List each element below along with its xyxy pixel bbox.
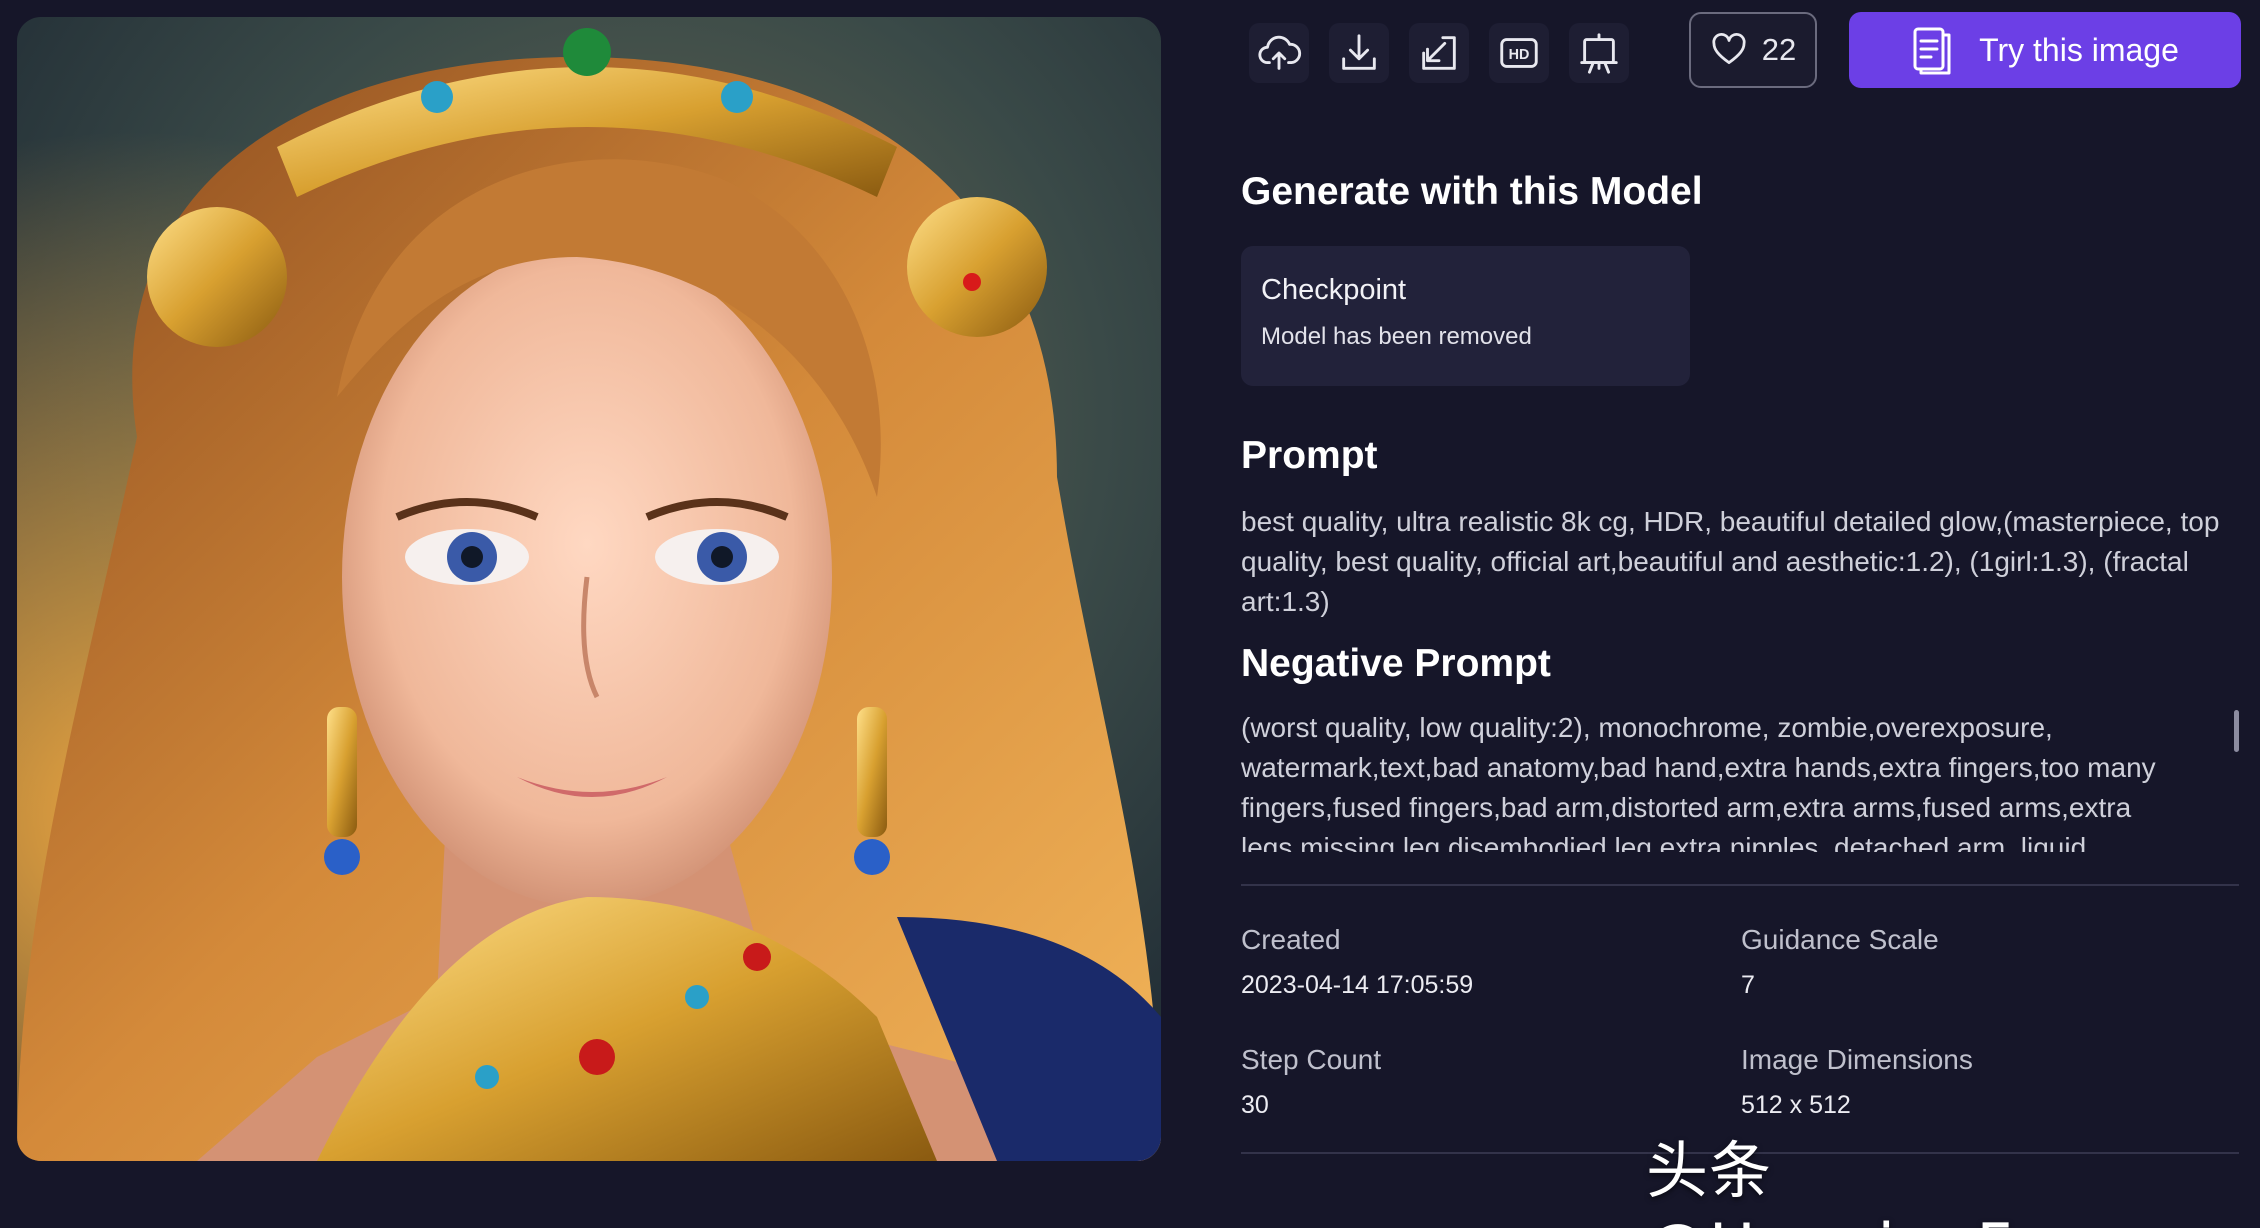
model-type: Checkpoint [1261,274,1407,306]
import-icon [1422,36,1456,70]
guidance-scale-label: Guidance Scale [1741,924,1939,955]
negative-prompt-text: (worst quality, low quality:2), monochro… [1241,712,2156,852]
model-status: Model has been removed [1261,323,1532,350]
hd-button[interactable]: HD [1489,23,1549,83]
document-icon [1913,27,1951,75]
divider [1241,884,2239,886]
guidance-scale-value: 7 [1741,971,1755,999]
negative-prompt-scroll-area[interactable]: (worst quality, low quality:2), monochro… [1241,708,2241,852]
import-button[interactable] [1409,23,1469,83]
easel-button[interactable] [1569,23,1629,83]
model-heading: Generate with this Model [1241,170,1703,213]
like-count: 22 [1761,32,1797,67]
image-dimensions-value: 512 x 512 [1741,1091,1851,1119]
cloud-upload-button[interactable] [1249,23,1309,83]
page: HD 22 Try this image Generate with this … [0,0,2260,1228]
try-this-image-label: Try this image [1979,31,2179,68]
cloud-upload-icon [1258,35,1302,70]
portrait-illustration [17,17,1161,1161]
download-icon [1342,34,1376,70]
prompt-text: best quality, ultra realistic 8k cg, HDR… [1241,506,2220,617]
step-count-label: Step Count [1241,1044,1382,1075]
scrollbar-thumb[interactable] [2234,710,2239,752]
try-this-image-button[interactable]: Try this image [1849,12,2241,88]
heart-icon [1712,33,1746,65]
model-card[interactable]: Checkpoint Model has been removed [1241,246,1690,386]
watermark: 头条 @HuggingFace [1646,1134,2120,1228]
prompt-heading: Prompt [1241,434,1378,477]
like-button[interactable]: 22 [1689,12,1817,88]
generated-image[interactable] [17,17,1161,1161]
image-dimensions-label: Image Dimensions [1741,1044,1973,1075]
hd-icon: HD [1500,38,1538,68]
svg-text:HD: HD [1509,47,1530,63]
easel-icon [1580,33,1618,74]
details-panel: HD 22 Try this image Generate with this … [1241,0,2241,1228]
step-count-value: 30 [1241,1091,1269,1119]
created-label: Created [1241,924,1341,955]
created-value: 2023-04-14 17:05:59 [1241,971,1474,999]
negative-prompt-heading: Negative Prompt [1241,642,1551,685]
download-button[interactable] [1329,23,1389,83]
toolbar: HD 22 Try this image [1241,12,2241,88]
